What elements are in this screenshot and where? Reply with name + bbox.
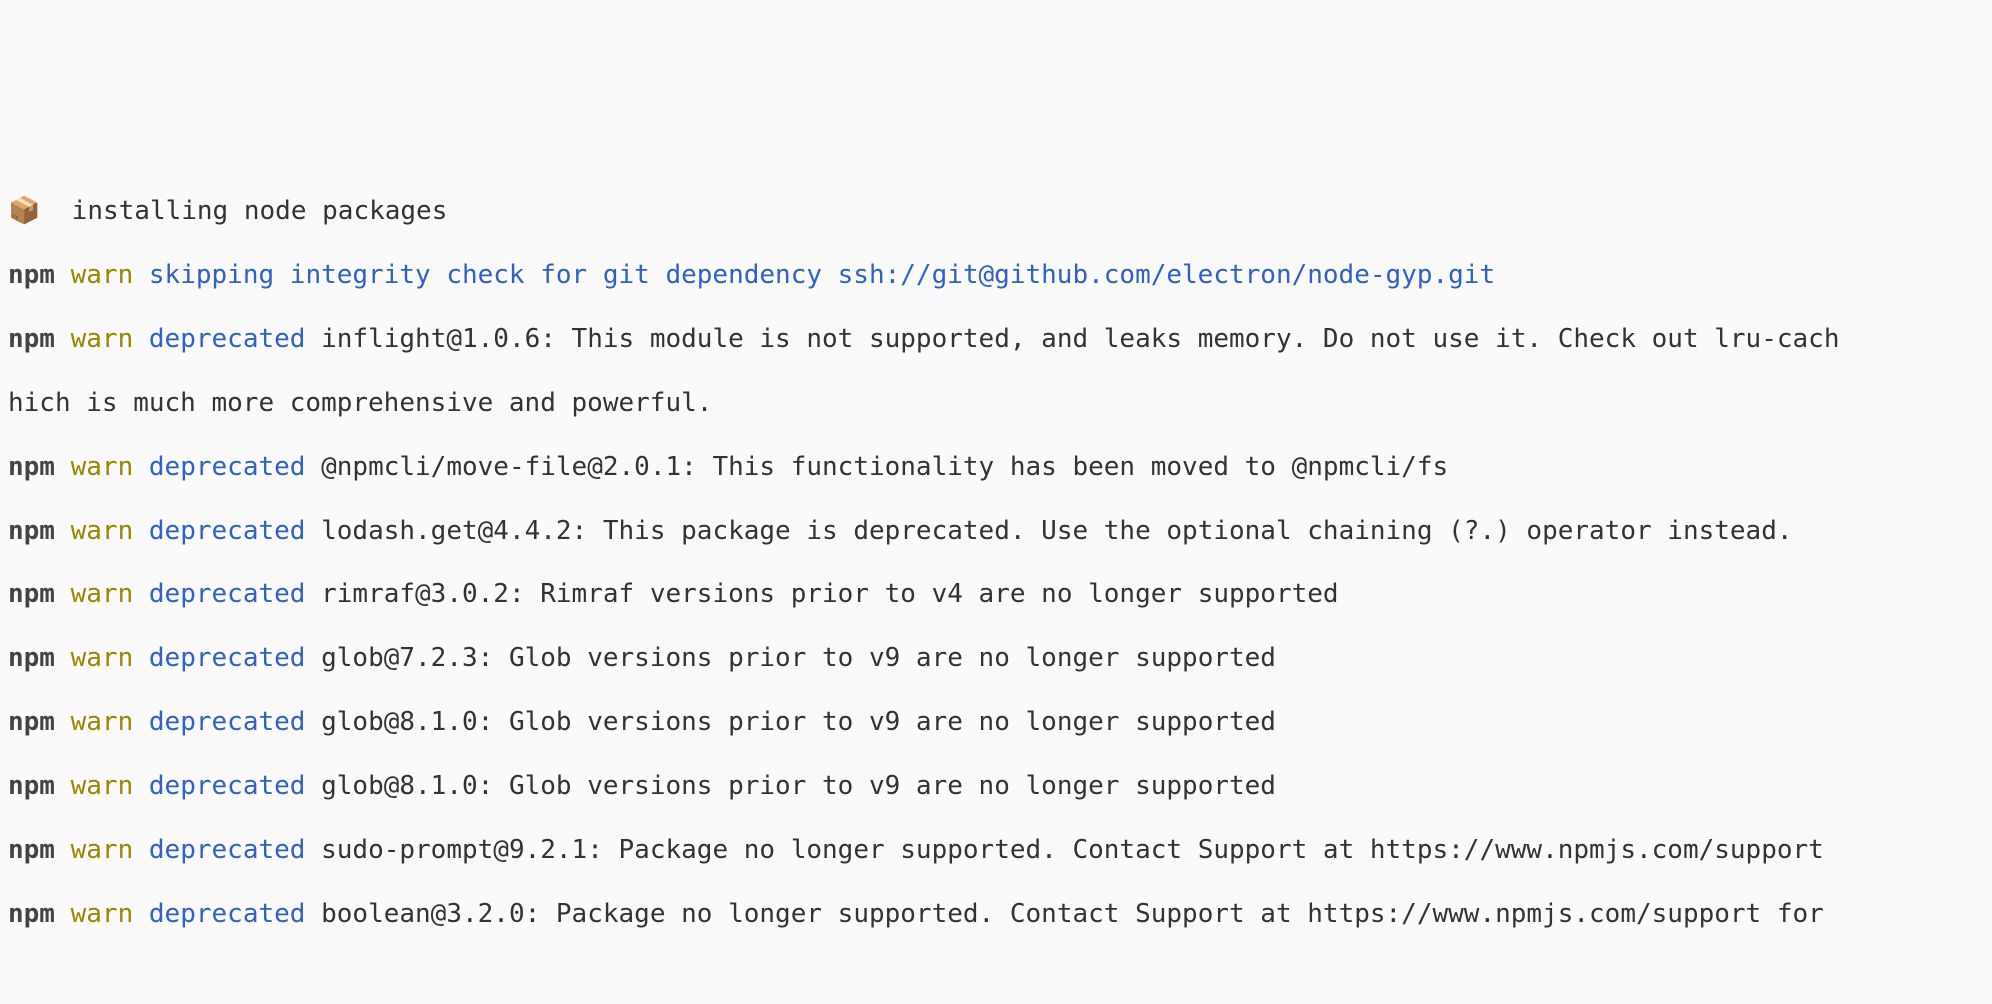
warn-msg: glob@7.2.3: Glob versions prior to v9 ar…	[305, 643, 1276, 673]
npm-label: npm	[8, 899, 55, 929]
npm-warn-line: npm warn deprecated boolean@3.2.0: Packa…	[8, 899, 1984, 931]
warn-label: warn	[71, 324, 134, 354]
npm-label: npm	[8, 324, 55, 354]
npm-warn-line: npm warn deprecated @npmcli/move-file@2.…	[8, 452, 1984, 484]
warn-kind: deprecated	[149, 643, 306, 673]
package-icon: 📦	[8, 196, 40, 226]
warn-kind: deprecated	[149, 579, 306, 609]
warn-label: warn	[71, 835, 134, 865]
terminal-output[interactable]: 📦 installing node packages npm warn skip…	[0, 160, 1992, 1004]
header-line: 📦 installing node packages	[8, 196, 1984, 228]
warn-cont: hich is much more comprehensive and powe…	[8, 388, 712, 418]
npm-label: npm	[8, 707, 55, 737]
npm-label: npm	[8, 643, 55, 673]
npm-warn-line: npm warn deprecated inflight@1.0.6: This…	[8, 324, 1984, 356]
npm-warn-line: npm warn deprecated rimraf@3.0.2: Rimraf…	[8, 579, 1984, 611]
warn-kind: skipping integrity check for git depende…	[149, 260, 1495, 290]
warn-msg: rimraf@3.0.2: Rimraf versions prior to v…	[305, 579, 1338, 609]
warn-msg: glob@8.1.0: Glob versions prior to v9 ar…	[305, 707, 1276, 737]
warn-kind: deprecated	[149, 835, 306, 865]
npm-warn-line: npm warn deprecated sudo-prompt@9.2.1: P…	[8, 835, 1984, 867]
warn-label: warn	[71, 707, 134, 737]
npm-warn-line: npm warn deprecated lodash.get@4.4.2: Th…	[8, 516, 1984, 548]
warn-msg: lodash.get@4.4.2: This package is deprec…	[305, 516, 1792, 546]
warn-label: warn	[71, 516, 134, 546]
npm-label: npm	[8, 516, 55, 546]
warn-kind: deprecated	[149, 324, 306, 354]
npm-label: npm	[8, 835, 55, 865]
npm-warn-line: npm warn deprecated glob@7.2.3: Glob ver…	[8, 643, 1984, 675]
npm-warn-line: npm warn deprecated glob@8.1.0: Glob ver…	[8, 771, 1984, 803]
warn-label: warn	[71, 643, 134, 673]
warn-label: warn	[71, 771, 134, 801]
npm-label: npm	[8, 452, 55, 482]
warn-kind: deprecated	[149, 899, 306, 929]
warn-msg: @npmcli/move-file@2.0.1: This functional…	[305, 452, 1448, 482]
warn-kind: deprecated	[149, 452, 306, 482]
blank-line	[8, 963, 1984, 995]
warn-msg: boolean@3.2.0: Package no longer support…	[305, 899, 1839, 929]
header-text: installing node packages	[40, 196, 447, 226]
warn-label: warn	[71, 452, 134, 482]
npm-warn-line: npm warn skipping integrity check for gi…	[8, 260, 1984, 292]
warn-msg: inflight@1.0.6: This module is not suppo…	[305, 324, 1839, 354]
warn-msg: sudo-prompt@9.2.1: Package no longer sup…	[305, 835, 1839, 865]
npm-warn-cont: hich is much more comprehensive and powe…	[8, 388, 1984, 420]
warn-kind: deprecated	[149, 771, 306, 801]
warn-label: warn	[71, 260, 134, 290]
warn-msg: glob@8.1.0: Glob versions prior to v9 ar…	[305, 771, 1276, 801]
npm-label: npm	[8, 771, 55, 801]
npm-label: npm	[8, 260, 55, 290]
warn-label: warn	[71, 579, 134, 609]
npm-warn-line: npm warn deprecated glob@8.1.0: Glob ver…	[8, 707, 1984, 739]
npm-label: npm	[8, 579, 55, 609]
warn-label: warn	[71, 899, 134, 929]
warn-kind: deprecated	[149, 707, 306, 737]
warn-kind: deprecated	[149, 516, 306, 546]
